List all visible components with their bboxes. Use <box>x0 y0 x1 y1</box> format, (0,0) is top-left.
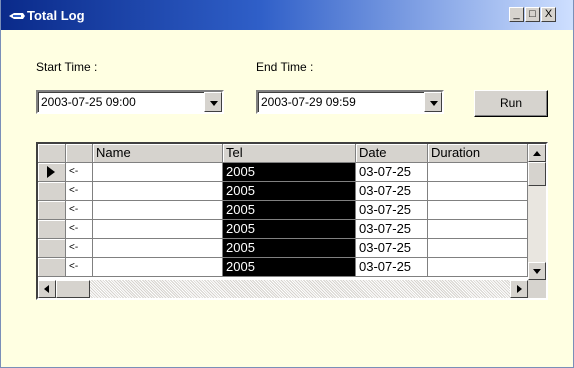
start-time-label: Start Time : <box>36 60 98 74</box>
window-title: Total Log <box>27 8 85 23</box>
duration-cell[interactable] <box>428 163 528 182</box>
duration-cell[interactable] <box>428 258 528 277</box>
scroll-left-icon <box>44 285 49 293</box>
scroll-right-icon <box>517 285 522 293</box>
tel-cell[interactable]: 2005 <box>223 201 356 220</box>
row-selector[interactable] <box>38 163 66 182</box>
scroll-right-button[interactable] <box>510 280 528 298</box>
chevron-down-icon <box>210 101 218 106</box>
duration-cell[interactable] <box>428 220 528 239</box>
date-cell[interactable]: 03-07-25 <box>356 201 428 220</box>
horizontal-scrollbar[interactable] <box>38 280 528 298</box>
row-selector-header <box>38 144 66 163</box>
scroll-up-button[interactable] <box>528 144 546 162</box>
direction-cell: <- <box>66 220 93 239</box>
horizontal-scroll-thumb[interactable] <box>56 280 90 298</box>
date-column-header[interactable]: Date <box>356 144 428 163</box>
scrollbar-corner <box>528 280 546 298</box>
duration-cell[interactable] <box>428 182 528 201</box>
direction-cell: <- <box>66 182 93 201</box>
direction-cell: <- <box>66 163 93 182</box>
grid-body: Name Tel Date Duration <- 2005 03-07-25 … <box>38 144 528 280</box>
tel-cell[interactable]: 2005 <box>223 220 356 239</box>
duration-cell[interactable] <box>428 239 528 258</box>
row-selector[interactable] <box>38 258 66 277</box>
tel-column-header[interactable]: Tel <box>223 144 356 163</box>
end-time-dropdown-button[interactable] <box>424 92 442 112</box>
duration-cell[interactable] <box>428 201 528 220</box>
row-selector[interactable] <box>38 182 66 201</box>
name-cell[interactable] <box>93 239 223 258</box>
scroll-down-icon <box>533 269 541 274</box>
date-cell[interactable]: 03-07-25 <box>356 220 428 239</box>
scroll-down-button[interactable] <box>528 262 546 280</box>
tel-cell[interactable]: 2005 <box>223 239 356 258</box>
direction-header <box>66 144 93 163</box>
start-time-combo[interactable]: 2003-07-25 09:00 <box>36 90 224 114</box>
scroll-left-button[interactable] <box>38 280 56 298</box>
end-time-label: End Time : <box>256 60 314 74</box>
name-cell[interactable] <box>93 258 223 277</box>
log-grid[interactable]: Name Tel Date Duration <- 2005 03-07-25 … <box>36 142 548 300</box>
end-time-combo[interactable]: 2003-07-29 09:59 <box>256 90 444 114</box>
tel-cell[interactable]: 2005 <box>223 182 356 201</box>
minimize-button[interactable]: _ <box>509 7 524 22</box>
name-cell[interactable] <box>93 201 223 220</box>
chevron-down-icon <box>430 101 438 106</box>
title-bar[interactable]: Total Log _ □ X <box>1 0 573 30</box>
name-column-header[interactable]: Name <box>93 144 223 163</box>
maximize-button[interactable]: □ <box>525 7 540 22</box>
name-cell[interactable] <box>93 163 223 182</box>
name-cell[interactable] <box>93 182 223 201</box>
date-cell[interactable]: 03-07-25 <box>356 239 428 258</box>
row-pointer-icon <box>47 166 55 178</box>
date-cell[interactable]: 03-07-25 <box>356 163 428 182</box>
row-selector[interactable] <box>38 239 66 258</box>
close-button[interactable]: X <box>541 7 556 22</box>
direction-cell: <- <box>66 258 93 277</box>
total-log-window: Total Log _ □ X Start Time : End Time : … <box>0 0 574 368</box>
tel-cell[interactable]: 2005 <box>223 163 356 182</box>
end-time-value: 2003-07-29 09:59 <box>261 95 356 109</box>
scroll-up-icon <box>533 151 541 156</box>
vertical-scrollbar[interactable] <box>528 144 546 280</box>
run-button[interactable]: Run <box>474 90 548 117</box>
duration-column-header[interactable]: Duration <box>428 144 528 163</box>
start-time-value: 2003-07-25 09:00 <box>41 95 136 109</box>
vertical-scroll-thumb[interactable] <box>528 162 546 186</box>
date-cell[interactable]: 03-07-25 <box>356 182 428 201</box>
direction-cell: <- <box>66 239 93 258</box>
app-pen-icon <box>9 13 25 19</box>
row-selector[interactable] <box>38 220 66 239</box>
row-selector[interactable] <box>38 201 66 220</box>
start-time-dropdown-button[interactable] <box>204 92 222 112</box>
window-controls: _ □ X <box>509 7 573 23</box>
tel-cell[interactable]: 2005 <box>223 258 356 277</box>
direction-cell: <- <box>66 201 93 220</box>
date-cell[interactable]: 03-07-25 <box>356 258 428 277</box>
name-cell[interactable] <box>93 220 223 239</box>
